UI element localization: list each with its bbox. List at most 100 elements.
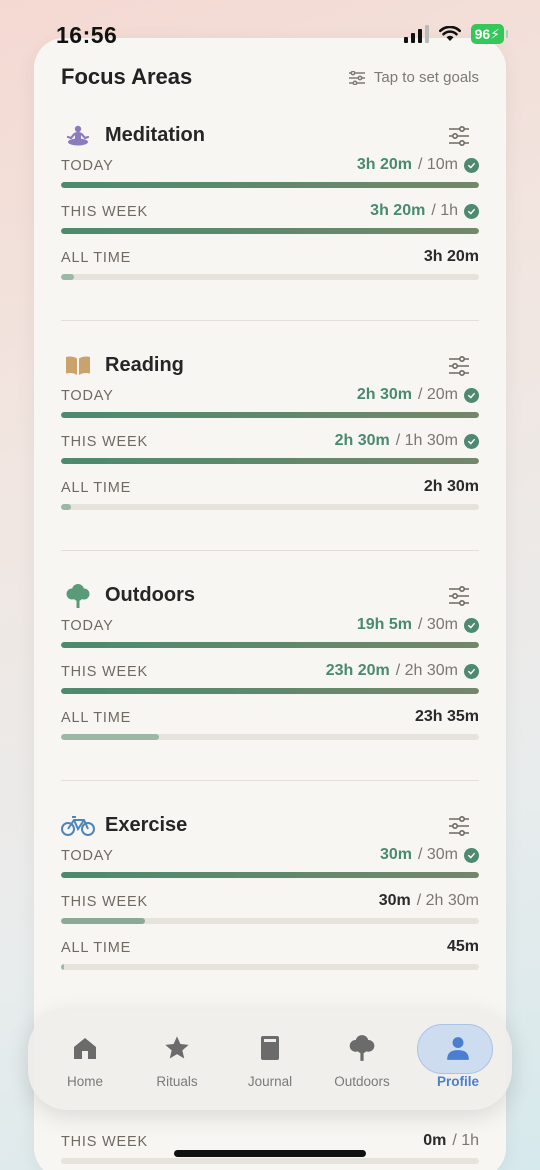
- progress-track: [61, 228, 479, 234]
- section-settings-icon[interactable]: [447, 124, 471, 148]
- row-goal: / 20m: [417, 386, 458, 403]
- row-amount: 19h 5m: [356, 616, 412, 633]
- tab-home[interactable]: Home: [42, 1020, 128, 1100]
- progress-track: [61, 872, 479, 878]
- progress-fill: [61, 688, 479, 694]
- progress-fill: [61, 872, 479, 878]
- row-value: 3h 20m / 10m: [357, 156, 479, 174]
- signal-icon: [403, 25, 429, 43]
- progress-fill: [61, 734, 160, 740]
- section-outdoors: Outdoors TODAY 19h 5m / 30m THIS WEEK 23…: [61, 576, 479, 754]
- row-goal: / 1h: [431, 202, 458, 219]
- stat-row-this-week: THIS WEEK 2h 30m / 1h 30m: [61, 432, 479, 478]
- stat-row-this-week: THIS WEEK 3h 20m / 1h: [61, 202, 479, 248]
- stat-row-this-week: THIS WEEK 30m / 2h 30m: [61, 892, 479, 938]
- section-header: Outdoors: [61, 576, 479, 616]
- row-label: TODAY: [61, 848, 114, 864]
- progress-track: [61, 458, 479, 464]
- battery-icon: 96⚡: [470, 24, 509, 44]
- progress-track: [61, 734, 479, 740]
- progress-track: [61, 1158, 479, 1164]
- row-value: 3h 20m / 1h: [370, 202, 479, 220]
- tab-journal[interactable]: Journal: [227, 1020, 313, 1100]
- row-goal: / 1h 30m: [395, 432, 458, 449]
- tab-profile[interactable]: Profile: [415, 1020, 501, 1100]
- row-label: THIS WEEK: [61, 664, 148, 680]
- row-amount: 23h 20m: [325, 662, 390, 679]
- progress-fill: [61, 412, 479, 418]
- row-value: 2h 30m: [424, 478, 479, 496]
- star-icon: [134, 1028, 220, 1068]
- check-icon: [464, 387, 479, 403]
- row-label: ALL TIME: [61, 710, 132, 726]
- stat-row-today: TODAY 30m / 30m: [61, 846, 479, 892]
- status-icons: 96⚡: [403, 24, 509, 44]
- row-amount: 3h 20m: [370, 202, 426, 219]
- stat-row-today: TODAY 3h 20m / 10m: [61, 156, 479, 202]
- stat-row-today: TODAY 19h 5m / 30m: [61, 616, 479, 662]
- tab-outdoors[interactable]: Outdoors: [319, 1020, 405, 1100]
- row-goal: / 2h 30m: [395, 662, 458, 679]
- row-value: 0m / 1h: [423, 1132, 479, 1150]
- bicycle-icon: [61, 812, 95, 840]
- check-icon: [464, 663, 479, 679]
- progress-fill: [61, 274, 74, 280]
- row-label: THIS WEEK: [61, 434, 148, 450]
- row-label: ALL TIME: [61, 250, 132, 266]
- row-goal: / 30m: [417, 616, 458, 633]
- home-indicator: [174, 1150, 366, 1157]
- row-goal: / 1h: [452, 1132, 479, 1149]
- row-amount: 3h 20m: [423, 248, 479, 265]
- row-amount: 0m: [423, 1132, 447, 1149]
- focus-areas-card: Focus Areas Tap to set goals Meditation …: [34, 38, 506, 1170]
- progress-track: [61, 504, 479, 510]
- row-value: 2h 30m / 1h 30m: [335, 432, 479, 450]
- row-label: THIS WEEK: [61, 204, 148, 220]
- check-icon: [464, 203, 479, 219]
- row-amount: 30m: [378, 892, 411, 909]
- divider: [61, 320, 479, 321]
- row-label: THIS WEEK: [61, 1134, 148, 1150]
- check-icon: [464, 617, 479, 633]
- tab-rituals[interactable]: Rituals: [134, 1020, 220, 1100]
- section-settings-icon[interactable]: [447, 354, 471, 378]
- page-title: Focus Areas: [61, 64, 193, 89]
- row-value: 23h 35m: [415, 708, 479, 726]
- section-name: Reading: [105, 354, 184, 376]
- tab-label: Home: [66, 1074, 103, 1089]
- row-amount: 3h 20m: [356, 156, 412, 173]
- progress-fill: [61, 228, 479, 234]
- section-meditation: Meditation TODAY 3h 20m / 10m THIS WEEK …: [61, 116, 479, 294]
- row-label: TODAY: [61, 388, 114, 404]
- set-goals-label: Tap to set goals: [373, 69, 479, 86]
- row-amount: 45m: [446, 938, 479, 955]
- progress-track: [61, 412, 479, 418]
- row-label: TODAY: [61, 158, 114, 174]
- row-amount: 2h 30m: [423, 478, 479, 495]
- set-goals-button[interactable]: Tap to set goals: [348, 69, 479, 86]
- check-icon: [464, 433, 479, 449]
- progress-track: [61, 274, 479, 280]
- section-name: Outdoors: [105, 584, 195, 606]
- stat-row-all-time: ALL TIME 2h 30m: [61, 478, 479, 524]
- card-header: Focus Areas Tap to set goals: [61, 64, 479, 94]
- tab-label: Profile: [436, 1074, 479, 1089]
- status-time: 16:56: [56, 22, 118, 48]
- status-bar: 16:56 96⚡: [0, 0, 540, 60]
- tree-icon: [319, 1028, 405, 1068]
- progress-fill: [61, 458, 479, 464]
- wifi-icon: [438, 26, 461, 41]
- row-label: TODAY: [61, 618, 114, 634]
- divider: [61, 550, 479, 551]
- tree-icon: [61, 582, 95, 610]
- section-settings-icon[interactable]: [447, 814, 471, 838]
- row-value: 2h 30m / 20m: [357, 386, 479, 404]
- home-icon: [42, 1028, 128, 1068]
- section-reading: Reading TODAY 2h 30m / 20m THIS WEEK 2h …: [61, 346, 479, 524]
- section-header: Reading: [61, 346, 479, 386]
- section-settings-icon[interactable]: [447, 584, 471, 608]
- progress-track: [61, 688, 479, 694]
- progress-fill: [61, 918, 145, 924]
- sliders-icon: [348, 70, 365, 85]
- row-value: 30m / 2h 30m: [379, 892, 479, 910]
